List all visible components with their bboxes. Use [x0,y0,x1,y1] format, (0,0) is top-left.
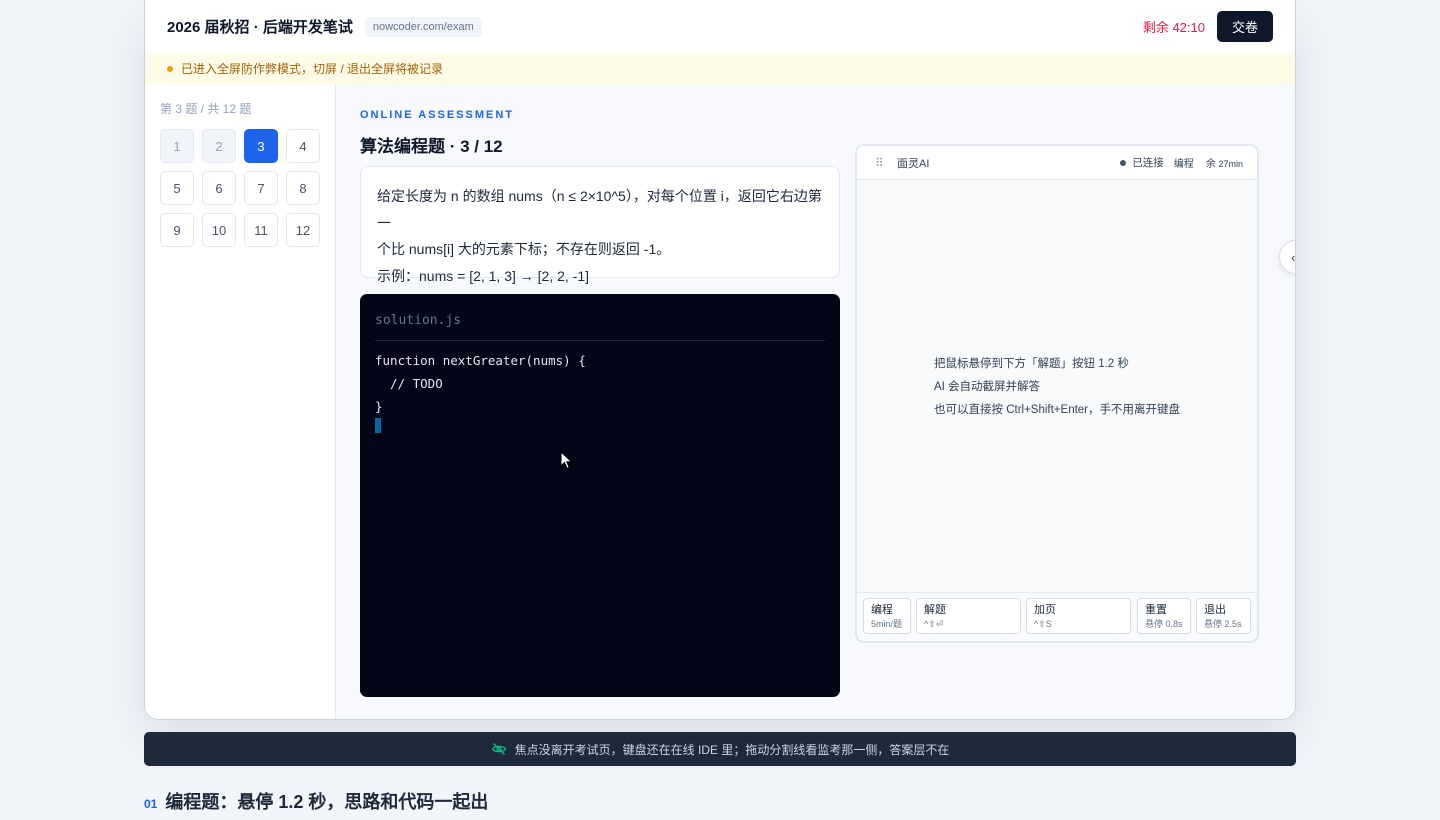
eye-off-icon [491,743,506,755]
question-nav-12[interactable]: 12 [286,213,320,247]
text-caret [375,418,381,433]
ai-name: 面灵AI [897,157,930,170]
question-nav-6[interactable]: 6 [202,171,236,205]
warning-dot-icon [167,65,173,72]
question-nav-1[interactable]: 1 [160,129,194,163]
editor-divider [375,340,825,341]
question-nav-10[interactable]: 10 [202,213,236,247]
ai-hint-line: AI 会自动截屏并解答 [934,381,1041,393]
drag-handle-icon[interactable]: ⠿ [875,156,885,170]
question-nav-4[interactable]: 4 [286,129,320,163]
main-area: ONLINE ASSESSMENT 算法编程题 · 3 / 12 给定长度为 n… [336,84,1295,719]
ai-mode: 编程 [1173,159,1194,170]
question-grid: 1 2 3 4 5 6 7 8 9 10 11 12 [160,129,320,247]
warning-text: 已进入全屏防作弊模式，切屏 / 退出全屏将被记录 [181,62,444,76]
question-text-line: 个比 nums[i] 大的元素下标；不存在则返回 -1。 [377,241,671,257]
ai-reset-button[interactable]: 重置 悬停 0.8s [1137,598,1191,634]
question-nav-5[interactable]: 5 [160,171,194,205]
ai-add-page-button[interactable]: 加页 ^⇧S [1026,598,1131,634]
button-sub: 5min/题 [871,619,903,629]
button-label: 编程 [871,604,893,616]
status-bar: 焦点没离开考试页，键盘还在在线 IDE 里；拖动分割线看监考那一侧，答案层不在 [144,732,1296,766]
submit-exam-button[interactable]: 交卷 [1217,11,1273,42]
button-label: 加页 [1034,604,1056,616]
remaining-prefix: 余 [1205,159,1216,170]
ai-hint-line: 把鼠标悬停到下方「解题」按钮 1.2 秒 [934,358,1129,370]
question-example: 示例：nums = [2, 1, 3] → [2, 2, -1] [377,267,590,284]
ai-panel-header[interactable]: ⠿ 面灵AI 已连接 编程 余 27min [857,146,1257,180]
question-progress: 第 3 题 / 共 12 题 [160,102,252,116]
code-editor[interactable]: solution.js function nextGreater(nums) {… [360,294,840,697]
button-label: 解题 [924,604,946,616]
status-text: 焦点没离开考试页，键盘还在在线 IDE 里；拖动分割线看监考那一侧，答案层不在 [514,742,950,757]
mouse-pointer-icon [560,451,573,470]
connection-status: 已连接 [1132,157,1164,169]
ai-mode-button[interactable]: 编程 5min/题 [863,598,911,634]
question-nav-9[interactable]: 9 [160,213,194,247]
countdown-timer: 剩余 42:10 [1142,20,1205,35]
fullscreen-warning-bar: 已进入全屏防作弊模式，切屏 / 退出全屏将被记录 [145,53,1295,84]
question-nav-2[interactable]: 2 [202,129,236,163]
ai-action-bar: 编程 5min/题 解题 ^⇧⏎ 加页 ^⇧S 重置 悬停 0.8s 退出 悬停… [857,592,1257,641]
button-sub: ^⇧S [1034,619,1052,629]
ai-exit-button[interactable]: 退出 悬停 2.5s [1196,598,1251,634]
section-eyebrow: ONLINE ASSESSMENT [360,109,514,121]
remaining-value: 27min [1218,159,1243,169]
exam-title: 2026 届秋招 · 后端开发笔试 [167,19,353,36]
question-card: 给定长度为 n 的数组 nums（n ≤ 2×10^5），对每个位置 i，返回它… [360,166,840,284]
button-sub: 悬停 2.5s [1204,619,1242,629]
ai-solve-button[interactable]: 解题 ^⇧⏎ [916,598,1021,634]
url-chip: nowcoder.com/exam [364,16,482,37]
exam-window: 2026 届秋招 · 后端开发笔试 nowcoder.com/exam 剩余 4… [144,0,1296,720]
question-nav-3[interactable]: 3 [244,129,278,163]
connection-status-dot-icon [1120,159,1127,166]
question-title: 算法编程题 · 3 / 12 [360,137,503,156]
editor-filename: solution.js [375,313,462,328]
question-nav-7[interactable]: 7 [244,171,278,205]
editor-code[interactable]: function nextGreater(nums) { // TODO } [375,349,586,418]
remaining-time: 余 27min [1206,155,1243,170]
ai-hint-line: 也可以直接按 Ctrl+Shift+Enter，手不用离开键盘 [934,404,1181,416]
button-sub: 悬停 0.8s [1145,619,1183,629]
button-label: 重置 [1145,604,1167,616]
button-sub: ^⇧⏎ [924,619,944,629]
ai-assistant-panel: ⠿ 面灵AI 已连接 编程 余 27min 把鼠标悬停到下方「解题」按钮 1.2… [855,144,1259,643]
question-sidebar: 第 3 题 / 共 12 题 1 2 3 4 5 6 7 8 9 10 11 12 [145,84,336,719]
question-text-line: 给定长度为 n 的数组 nums（n ≤ 2×10^5），对每个位置 i，返回它… [377,188,822,231]
section-heading: 01 编程题：悬停 1.2 秒，思路和代码一起出 [144,788,488,814]
button-label: 退出 [1204,604,1226,616]
section-title: 编程题：悬停 1.2 秒，思路和代码一起出 [165,792,489,812]
section-number: 01 [144,797,158,811]
question-nav-8[interactable]: 8 [286,171,320,205]
exam-header: 2026 届秋招 · 后端开发笔试 nowcoder.com/exam 剩余 4… [145,0,1295,53]
question-nav-11[interactable]: 11 [244,213,278,247]
ai-hint: 把鼠标悬停到下方「解题」按钮 1.2 秒 AI 会自动截屏并解答 也可以直接按 … [934,353,1180,422]
